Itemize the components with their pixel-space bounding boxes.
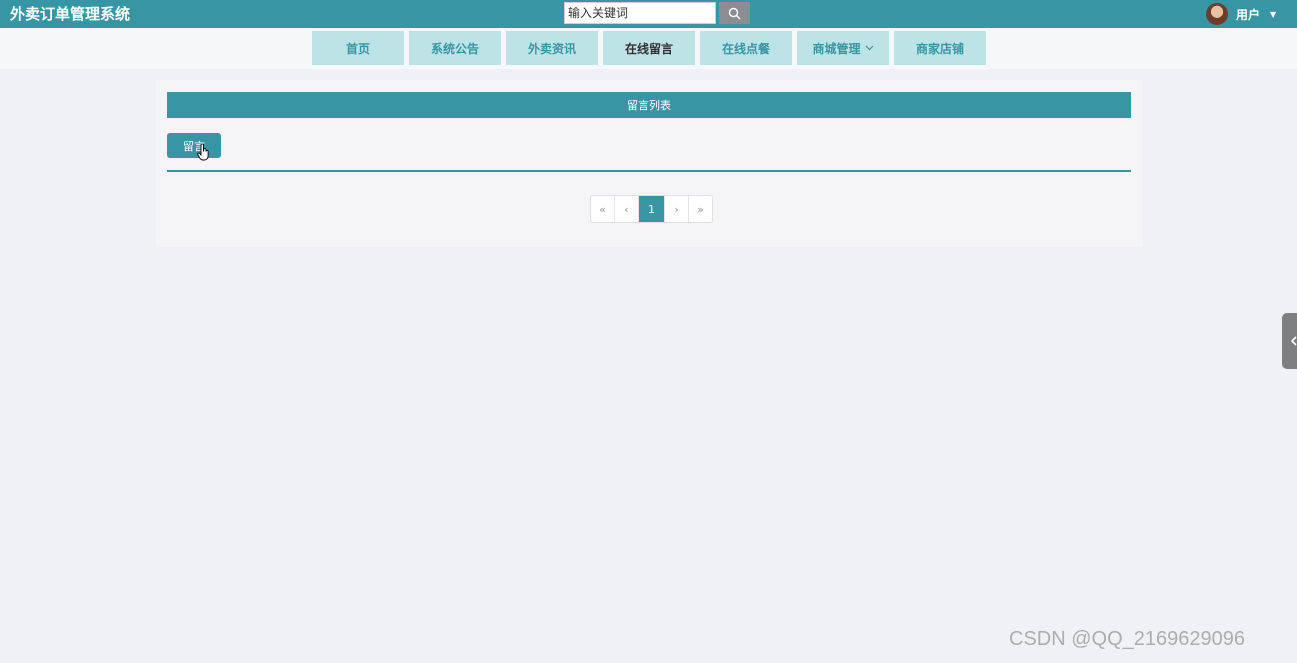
nav-item-messages[interactable]: 在线留言: [603, 31, 695, 65]
next-page-button[interactable]: ›: [665, 196, 689, 222]
page-number-button[interactable]: 1: [639, 196, 665, 222]
search-button[interactable]: [719, 2, 750, 24]
nav-item-label: 首页: [345, 41, 370, 56]
side-drawer-toggle[interactable]: [1282, 313, 1297, 369]
nav-item-order-online[interactable]: 在线点餐: [700, 31, 792, 65]
hand-cursor-icon: [197, 144, 209, 161]
nav-item-news[interactable]: 外卖资讯: [506, 31, 598, 65]
watermark: CSDN @QQ_2169629096: [1009, 628, 1245, 650]
top-bar: 外卖订单管理系统 用户 ▼: [0, 0, 1297, 28]
nav-item-label: 系统公告: [430, 41, 479, 56]
chevron-down-icon: [865, 43, 874, 54]
main-nav: 首页 系统公告 外卖资讯 在线留言 在线点餐 商城管理 商家店铺: [0, 28, 1297, 69]
prev-page-button[interactable]: ‹: [615, 196, 639, 222]
app-title: 外卖订单管理系统: [10, 5, 131, 23]
search-icon: [728, 7, 741, 20]
caret-down-icon: ▼: [1270, 9, 1277, 19]
nav-item-label: 在线点餐: [721, 41, 770, 56]
chevron-left-icon: [1291, 336, 1297, 346]
first-page-button[interactable]: «: [591, 196, 615, 222]
divider: [167, 170, 1131, 172]
nav-item-announcements[interactable]: 系统公告: [409, 31, 501, 65]
nav-item-label: 商家店铺: [915, 41, 964, 56]
user-label: 用户: [1236, 7, 1261, 22]
search-bar: [564, 2, 750, 24]
user-menu[interactable]: 用户 ▼: [1206, 2, 1276, 26]
panel-title: 留言列表: [167, 92, 1131, 118]
pagination: « ‹ 1 › »: [590, 195, 713, 223]
nav-item-shops[interactable]: 商家店铺: [894, 31, 986, 65]
last-page-button[interactable]: »: [689, 196, 712, 222]
nav-item-label: 商城管理: [812, 41, 861, 56]
avatar: [1206, 3, 1228, 25]
nav-item-label: 外卖资讯: [527, 41, 576, 56]
nav-item-home[interactable]: 首页: [312, 31, 404, 65]
nav-item-label: 在线留言: [624, 41, 673, 56]
nav-item-mall-management[interactable]: 商城管理: [797, 31, 889, 65]
leave-message-button[interactable]: 留言: [167, 133, 221, 158]
search-input[interactable]: [564, 2, 716, 24]
message-panel: 留言列表 留言 « ‹ 1 › »: [156, 80, 1142, 247]
